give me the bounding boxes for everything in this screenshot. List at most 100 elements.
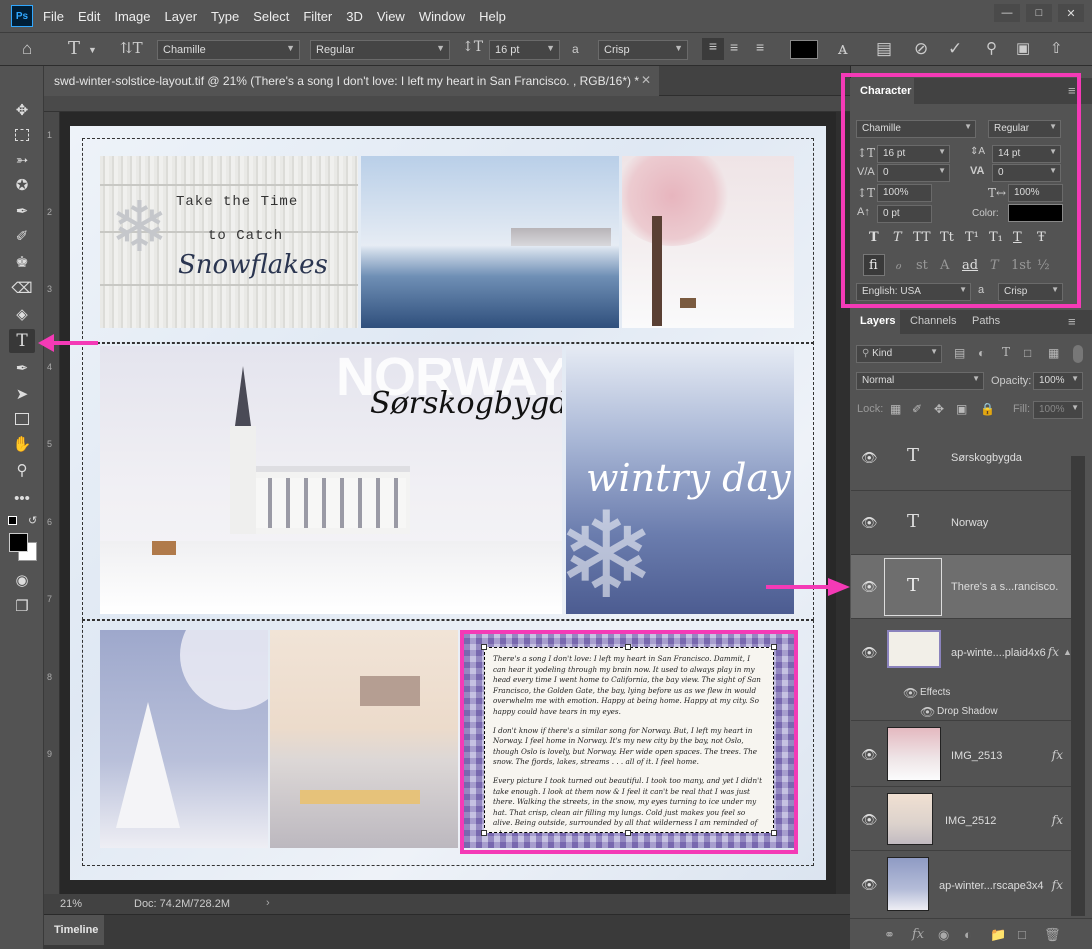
pen-tool-icon[interactable]: ✒ [9,356,35,380]
timeline-tab[interactable]: Timeline [44,915,104,945]
menu-3d[interactable]: 3D [346,9,363,24]
font-family-dropdown[interactable]: Chamille ▼ [157,40,300,60]
close-tab-icon[interactable]: ✕ [641,73,651,87]
filter-adjustment-icon[interactable]: ◐ [978,346,985,360]
hand-tool-icon[interactable]: ✋ [9,432,35,456]
warp-text-icon[interactable]: ᴀ [838,39,848,59]
fx-icon[interactable]: fx [1052,813,1063,827]
fill-field[interactable]: 100% ▼ [1033,401,1083,419]
visibility-eye-icon[interactable]: 👁 [861,877,878,893]
quick-mask-icon[interactable]: ◉ [9,568,35,592]
new-group-icon[interactable]: 📁 [990,927,1006,943]
visibility-eye-icon[interactable]: 👁 [861,812,878,828]
type-tool-preset-icon[interactable]: T [68,38,80,59]
layer-row-journal-text[interactable]: 👁 T There's a s...rancisco. [851,555,1071,619]
align-center-icon[interactable]: ≡ [730,39,738,55]
font-style-dropdown[interactable]: Regular ▼ [310,40,450,60]
filter-pixel-icon[interactable]: ▤ [954,346,965,360]
more-tools-icon[interactable]: ••• [9,486,35,510]
maximize-icon[interactable]: □ [1026,4,1052,22]
lasso-tool-icon[interactable]: ➳ [9,148,35,172]
lock-all-icon[interactable]: 🔒 [980,402,995,416]
menu-file[interactable]: File [43,9,64,24]
align-right-icon[interactable]: ≡ [756,39,764,55]
drop-shadow-eye-icon[interactable]: 👁 [920,705,935,719]
layer-row-sorskogbygda[interactable]: 👁 T Sørskogbygda [851,425,1071,491]
eyedropper-icon[interactable]: ✒ [9,199,35,223]
minimize-icon[interactable]: — [994,4,1020,22]
commit-icon[interactable]: ✓ [948,39,962,59]
fx-icon[interactable]: fx [912,927,924,942]
menu-filter[interactable]: Filter [303,9,332,24]
layer-row-norway[interactable]: 👁 T Norway [851,491,1071,555]
paths-tab[interactable]: Paths [962,310,1012,334]
visibility-eye-icon[interactable]: 👁 [861,747,878,763]
menu-layer[interactable]: Layer [165,9,198,24]
filter-smart-object-icon[interactable]: ▦ [1048,346,1059,360]
search-icon[interactable]: ⚲ [986,39,997,57]
workspace-icon[interactable]: ▣ [1016,39,1030,57]
visibility-eye-icon[interactable]: 👁 [861,579,878,595]
layer-row-plaid[interactable]: 👁 ap-winte....plaid4x6 fx ▲ [851,619,1072,675]
visibility-eye-icon[interactable]: 👁 [861,515,878,531]
toggle-orientation-icon[interactable]: ⇅T [120,39,143,57]
lock-artboard-icon[interactable]: ▣ [956,402,967,416]
magic-wand-icon[interactable]: ✪ [9,173,35,197]
opacity-field[interactable]: 100% ▼ [1033,372,1083,390]
cancel-icon[interactable]: ⊘ [914,39,928,59]
filter-toggle[interactable] [1073,345,1083,363]
chevron-right-icon[interactable]: › [266,897,270,909]
menu-edit[interactable]: Edit [78,9,100,24]
visibility-eye-icon[interactable]: 👁 [861,450,878,466]
font-size-dropdown[interactable]: 16 pt ▼ [489,40,560,60]
layers-scrollbar[interactable] [1071,456,1085,916]
layer-row-img2512[interactable]: 👁 IMG_2512 fx [851,787,1071,851]
layer-row-img2513[interactable]: 👁 IMG_2513 fx [851,721,1071,787]
layer-filter-dropdown[interactable]: ⚲ Kind ▼ [856,345,942,363]
blend-mode-dropdown[interactable]: Normal ▼ [856,372,984,390]
menu-select[interactable]: Select [253,9,289,24]
close-icon[interactable]: ✕ [1058,4,1084,22]
zoom-level[interactable]: 21% [60,898,82,910]
menu-type[interactable]: Type [211,9,239,24]
channels-tab[interactable]: Channels [900,310,962,334]
path-selection-icon[interactable]: ➤ [9,382,35,406]
eraser-tool-icon[interactable]: ⌫ [9,276,35,300]
adjustment-layer-icon[interactable]: ◐ [964,927,972,942]
stamp-tool-icon[interactable]: ♚ [9,250,35,274]
panel-menu-icon[interactable]: ≡ [1068,314,1076,329]
effects-eye-icon[interactable]: 👁 [903,686,918,700]
lock-position-icon[interactable]: ✥ [934,402,944,416]
fx-icon[interactable]: fx [1052,878,1063,892]
foreground-color-swatch[interactable] [9,533,28,552]
document-tab[interactable]: swd-winter-solstice-layout.tif @ 21% (Th… [44,66,659,96]
rectangle-tool-icon[interactable] [9,407,35,431]
paint-bucket-icon[interactable]: ◈ [9,302,35,326]
type-tool-icon[interactable]: T [9,329,35,353]
add-mask-icon[interactable]: ◉ [938,927,949,943]
fx-icon[interactable]: fx [1048,645,1059,659]
lock-transparent-icon[interactable]: ▦ [890,402,901,416]
delete-layer-icon[interactable]: 🗑 [1044,927,1061,943]
screen-mode-icon[interactable]: ❐ [9,594,35,618]
move-tool-icon[interactable]: ✥ [9,98,35,122]
filter-type-icon[interactable]: T [1002,345,1010,359]
swap-colors-icon[interactable]: ↺ [28,514,37,527]
lock-pixels-icon[interactable]: ✐ [912,402,922,416]
visibility-eye-icon[interactable]: 👁 [861,645,878,661]
share-icon[interactable]: ⇧ [1050,39,1063,57]
menu-window[interactable]: Window [419,9,465,24]
zoom-tool-icon[interactable]: ⚲ [9,458,35,482]
text-color-swatch[interactable] [790,40,818,59]
link-layers-icon[interactable]: ⚭ [884,927,895,943]
panels-icon[interactable]: ▤ [876,39,892,59]
anti-alias-dropdown[interactable]: Crisp ▼ [598,40,688,60]
layer-row-winterscape[interactable]: 👁 ap-winter...rscape3x4 fx [851,851,1071,917]
menu-view[interactable]: View [377,9,405,24]
align-left-icon[interactable]: ≡ [702,38,724,60]
layers-tab[interactable]: Layers [850,310,900,334]
menu-help[interactable]: Help [479,9,506,24]
filter-shape-icon[interactable]: □ [1024,346,1031,360]
default-colors-icon[interactable] [8,516,17,525]
fx-icon[interactable]: fx [1052,748,1063,762]
